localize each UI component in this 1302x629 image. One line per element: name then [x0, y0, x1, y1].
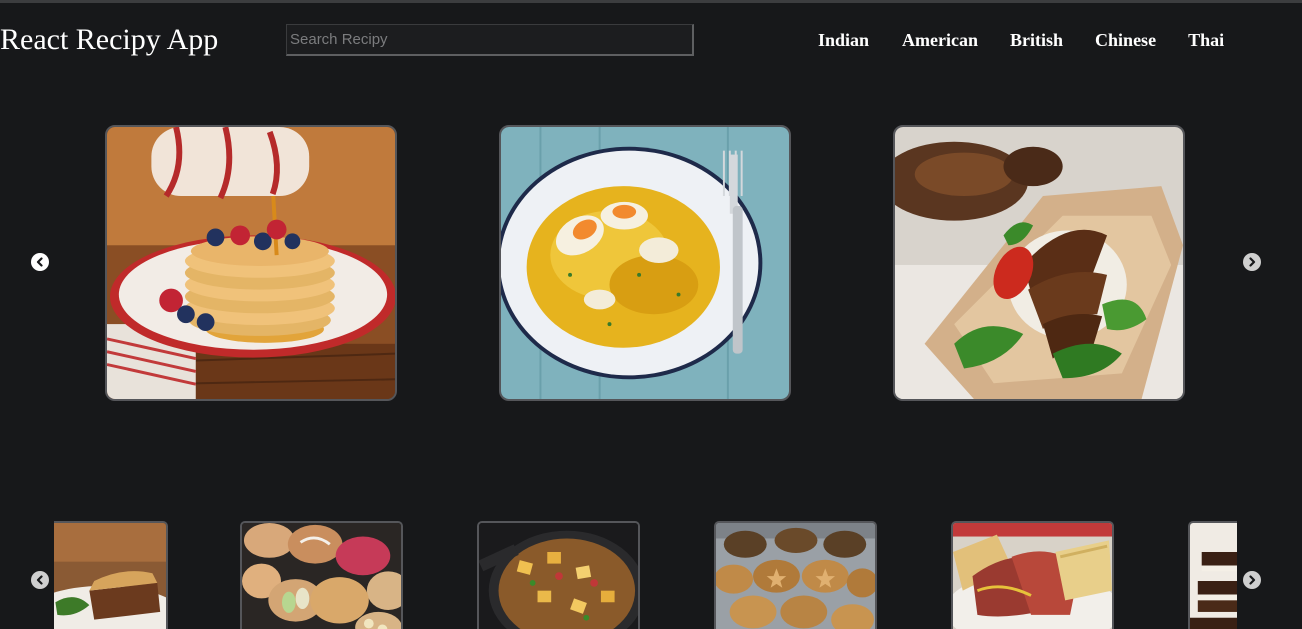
strip-prev-button[interactable]	[31, 571, 49, 589]
mince-pies-image	[716, 523, 875, 629]
tarts-image	[242, 523, 401, 629]
recipe-card-salt-beef-sandwich[interactable]	[951, 521, 1114, 629]
nav-link-thai[interactable]: Thai	[1188, 29, 1224, 51]
search-input[interactable]	[286, 24, 694, 56]
recipe-card-mince-pies[interactable]	[714, 521, 877, 629]
skillet-potatoes-image	[479, 523, 638, 629]
salt-beef-sandwich-image	[953, 523, 1112, 629]
app-title: React Recipy App	[0, 23, 219, 56]
chevron-right-icon	[1249, 575, 1256, 585]
pancakes-image	[107, 127, 395, 399]
top-divider	[0, 0, 1302, 3]
featured-next-button[interactable]	[1243, 253, 1261, 271]
chicken-wrap-image	[895, 127, 1183, 399]
featured-recipe-card-kedgeree[interactable]	[499, 125, 791, 401]
cuisine-nav: Indian American British Chinese Thai	[818, 29, 1224, 51]
recipe-strip	[54, 520, 1237, 629]
chevron-left-icon	[36, 575, 43, 585]
featured-prev-button[interactable]	[31, 253, 49, 271]
featured-recipe-card-chicken-wrap[interactable]	[893, 125, 1185, 401]
meat-pie-image	[54, 523, 166, 629]
kedgeree-image	[501, 127, 789, 399]
nav-link-chinese[interactable]: Chinese	[1095, 29, 1156, 51]
chocolate-bars-image	[1190, 523, 1237, 629]
featured-recipe-card-pancakes[interactable]	[105, 125, 397, 401]
recipe-card-skillet-potatoes[interactable]	[477, 521, 640, 629]
nav-link-indian[interactable]: Indian	[818, 29, 869, 51]
nav-link-american[interactable]: American	[902, 29, 978, 51]
recipe-card-tarts[interactable]	[240, 521, 403, 629]
recipe-card-meat-pie[interactable]	[54, 521, 168, 629]
recipe-card-chocolate-bars[interactable]	[1188, 521, 1237, 629]
chevron-right-icon	[1249, 257, 1256, 267]
nav-link-british[interactable]: British	[1010, 29, 1063, 51]
chevron-left-icon	[36, 257, 43, 267]
strip-next-button[interactable]	[1243, 571, 1261, 589]
